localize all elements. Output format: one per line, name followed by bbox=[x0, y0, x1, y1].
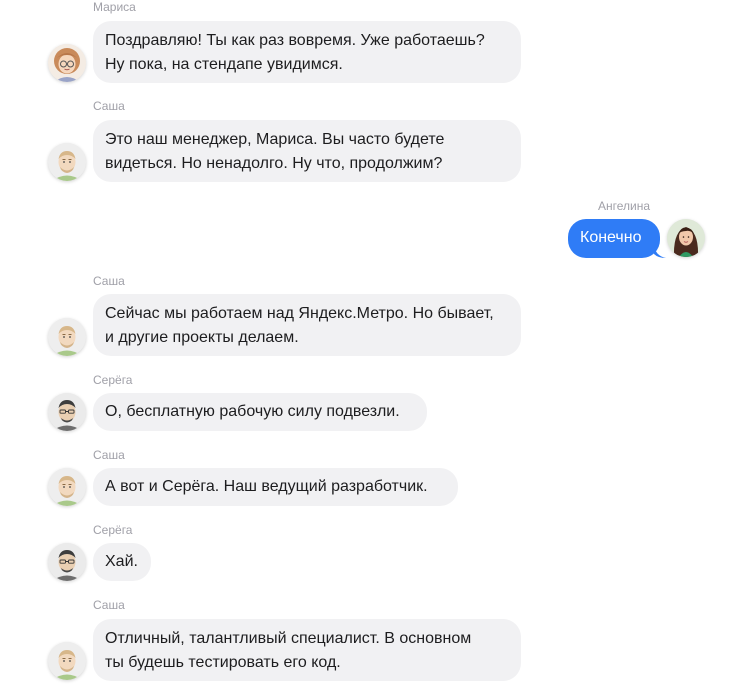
sender-name: Мариса bbox=[93, 0, 136, 14]
chat-feed: Мариса Поздравляю! Ты как раз вовремя. У… bbox=[0, 0, 751, 698]
serega-avatar[interactable] bbox=[48, 543, 86, 581]
message-bubble: Это наш менеджер, Мариса. Вы часто будет… bbox=[93, 120, 521, 182]
message-bubble: Поздравляю! Ты как раз вовремя. Уже рабо… bbox=[93, 21, 521, 83]
sender-name: Саша bbox=[93, 598, 125, 612]
serega-avatar[interactable] bbox=[48, 393, 86, 431]
sasha-avatar[interactable] bbox=[48, 468, 86, 506]
message-bubble-outgoing: Конечно bbox=[568, 219, 660, 258]
message-bubble: Сейчас мы работаем над Яндекс.Метро. Но … bbox=[93, 294, 521, 356]
sender-name: Саша bbox=[93, 274, 125, 288]
sasha-avatar[interactable] bbox=[48, 642, 86, 680]
message-bubble: А вот и Серёга. Наш ведущий разработчик. bbox=[93, 468, 458, 506]
sender-name: Серёга bbox=[93, 523, 133, 537]
angelina-avatar[interactable] bbox=[667, 219, 705, 257]
sender-name: Саша bbox=[93, 448, 125, 462]
message-bubble: О, бесплатную рабочую силу подвезли. bbox=[93, 393, 427, 431]
sender-name: Саша bbox=[93, 99, 125, 113]
message-bubble: Хай. bbox=[93, 543, 151, 581]
sasha-avatar[interactable] bbox=[48, 143, 86, 181]
marisa-avatar[interactable] bbox=[48, 44, 86, 82]
sasha-avatar[interactable] bbox=[48, 318, 86, 356]
message-bubble: Отличный, талантливый специалист. В осно… bbox=[93, 619, 521, 681]
bubble-tail-icon bbox=[654, 246, 666, 258]
sender-name: Ангелина bbox=[598, 199, 651, 213]
sender-name: Серёга bbox=[93, 373, 133, 387]
